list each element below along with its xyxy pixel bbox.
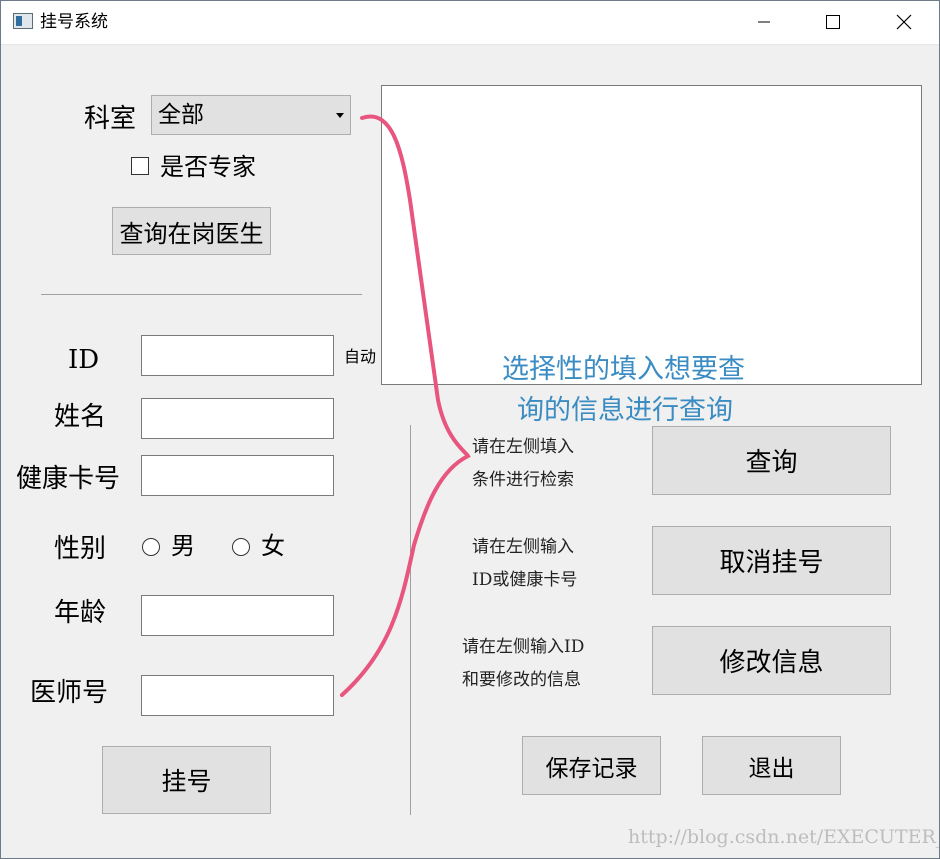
watermark: http://blog.csdn.net/EXECUTER_ bbox=[628, 826, 940, 848]
annotation-arrow bbox=[340, 114, 471, 697]
